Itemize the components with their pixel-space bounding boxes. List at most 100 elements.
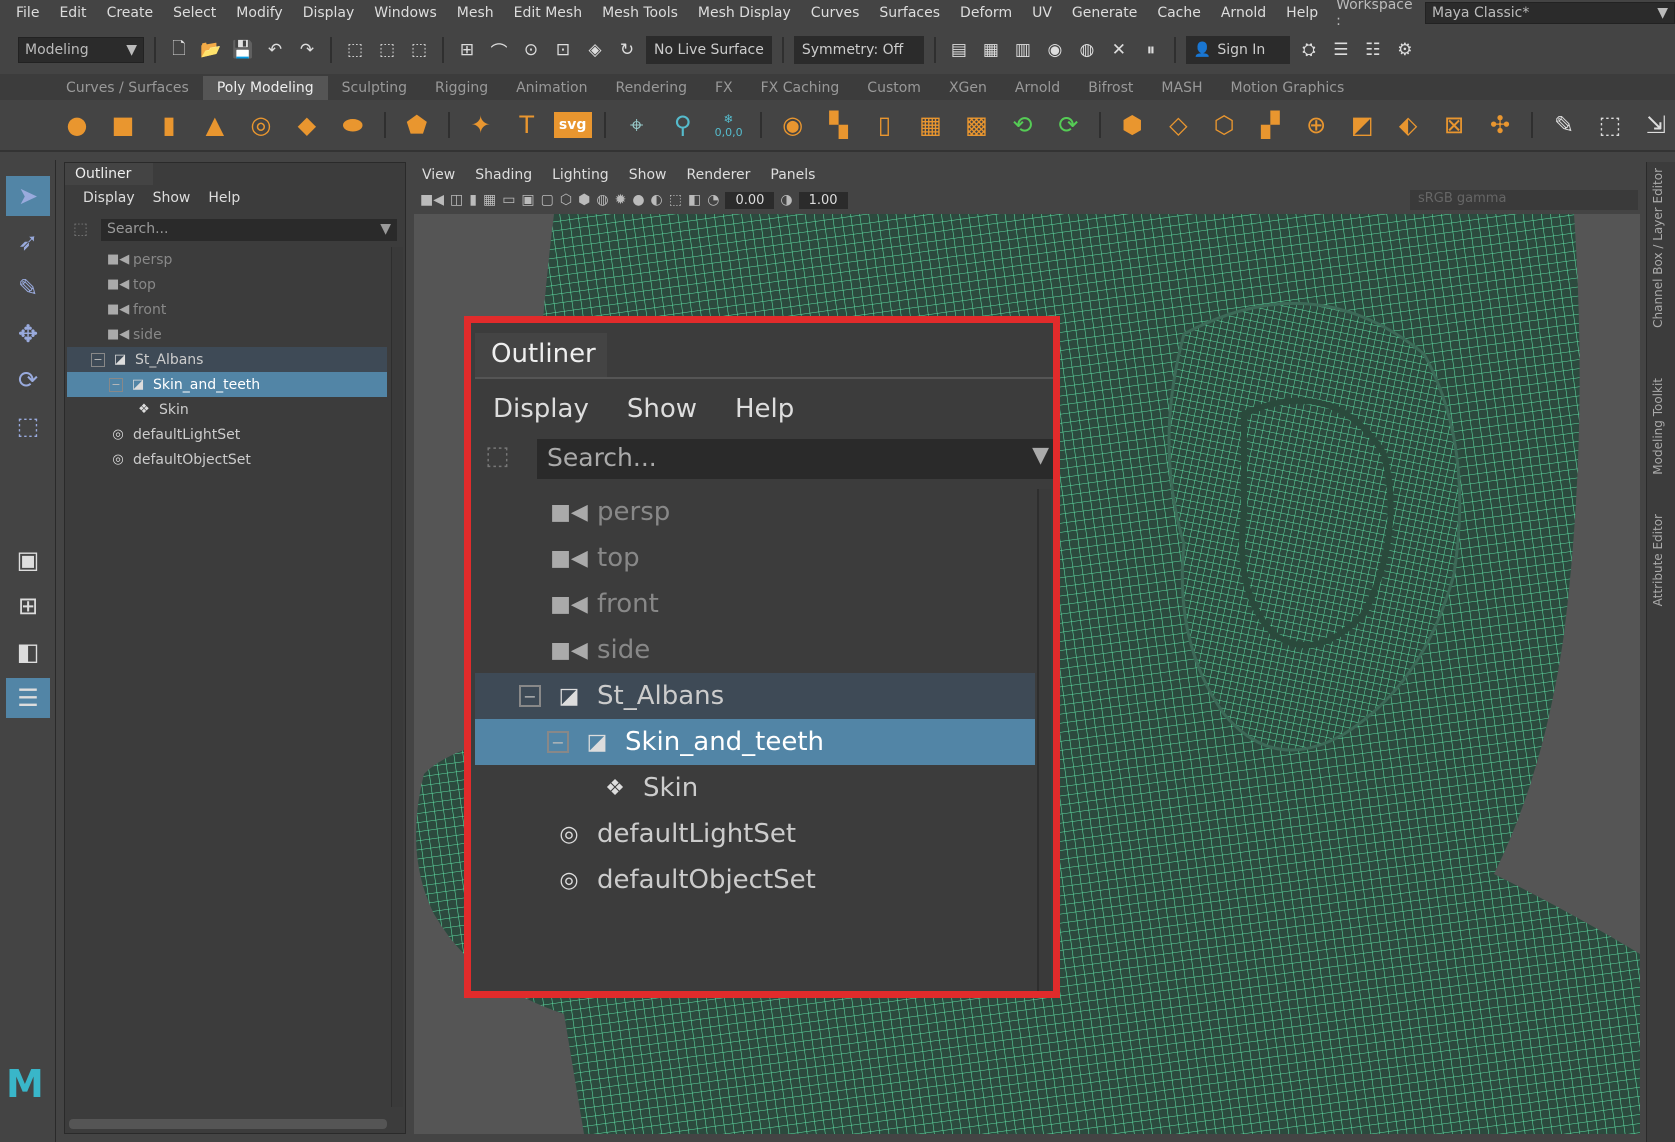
menu-modify[interactable]: Modify — [226, 5, 292, 21]
mirror-icon[interactable]: ▯ — [866, 106, 904, 144]
render-view-icon[interactable]: ▤ — [946, 37, 972, 63]
poly-disc-icon[interactable]: ⬬ — [334, 106, 372, 144]
poly-plane-icon[interactable]: ◆ — [288, 106, 326, 144]
multi-cut-icon[interactable]: ▞ — [1251, 106, 1289, 144]
channel-box-icon[interactable]: ☰ — [1328, 37, 1354, 63]
exposure-icon[interactable]: ◔ — [707, 192, 719, 208]
outliner-search-input[interactable]: Search... ▼ — [537, 439, 1053, 479]
pause-icon[interactable]: ⏸ — [1138, 37, 1164, 63]
resolution-gate-icon[interactable]: ▣ — [521, 192, 534, 208]
outliner-item-persp[interactable]: ■◀ persp — [67, 247, 387, 272]
menu-select[interactable]: Select — [163, 5, 226, 21]
reduce-icon[interactable]: ▩ — [957, 106, 995, 144]
outliner-item-front[interactable]: ■◀ front — [475, 581, 1035, 627]
menu-windows[interactable]: Windows — [364, 5, 447, 21]
shelf-tab-fx[interactable]: FX — [701, 76, 747, 100]
menu-deform[interactable]: Deform — [950, 5, 1022, 21]
menu-generate[interactable]: Generate — [1062, 5, 1147, 21]
uv-editor-icon[interactable]: ⇲ — [1637, 106, 1675, 144]
save-scene-icon[interactable]: 💾 — [230, 37, 256, 63]
filter-icon[interactable]: ⬚ — [485, 441, 521, 477]
outliner-item-skin-and-teeth[interactable]: − ◪ Skin_and_teeth — [67, 372, 387, 397]
append-polygon-icon[interactable]: ⟳ — [1049, 106, 1087, 144]
poly-cone-icon[interactable]: ▲ — [196, 106, 234, 144]
workspace-dropdown[interactable]: Maya Classic* ▼ — [1424, 2, 1675, 24]
poly-type-icon[interactable]: T — [508, 106, 546, 144]
select-object-icon[interactable]: ⬚ — [374, 37, 400, 63]
outliner-item-default-object-set[interactable]: ◎ defaultObjectSet — [67, 447, 387, 472]
outliner-menu-display[interactable]: Display — [477, 394, 605, 424]
collapse-icon[interactable]: − — [109, 377, 123, 392]
viewport-menu-show[interactable]: Show — [621, 167, 675, 183]
viewport-menu-shading[interactable]: Shading — [467, 167, 540, 183]
smooth-icon[interactable]: ▦ — [911, 106, 949, 144]
viewport-menu-view[interactable]: View — [414, 167, 463, 183]
outliner-item-side[interactable]: ■◀ side — [475, 627, 1035, 673]
poly-cube-icon[interactable]: ■ — [104, 106, 142, 144]
insert-edge-loop-icon[interactable]: ⬡ — [1205, 106, 1243, 144]
rotate-tool-icon[interactable]: ⟳ — [6, 360, 50, 400]
combine-icon[interactable]: ◉ — [774, 106, 812, 144]
outliner-vertical-scrollbar[interactable] — [1037, 489, 1051, 991]
edit-uv-icon[interactable]: ✎ — [1545, 106, 1583, 144]
attribute-editor-icon[interactable]: ☷ — [1360, 37, 1386, 63]
shelf-tab-fx-caching[interactable]: FX Caching — [747, 76, 854, 100]
poly-cylinder-icon[interactable]: ▮ — [150, 106, 188, 144]
outliner-menu-show[interactable]: Show — [145, 190, 199, 206]
extrude-icon[interactable]: ⬢ — [1113, 106, 1151, 144]
shelf-tab-sculpting[interactable]: Sculpting — [328, 76, 421, 100]
shelf-tab-curves-surfaces[interactable]: Curves / Surfaces — [52, 76, 203, 100]
filter-icon[interactable]: ⬚ — [73, 219, 95, 241]
menu-edit[interactable]: Edit — [49, 5, 96, 21]
target-weld-icon[interactable]: ⊕ — [1297, 106, 1335, 144]
bridge-icon[interactable]: ⟲ — [1003, 106, 1041, 144]
camera-icon[interactable]: ■◀ — [420, 192, 444, 208]
new-scene-icon[interactable]: 🗋 — [166, 37, 192, 63]
shelf-tab-rendering[interactable]: Rendering — [601, 76, 701, 100]
safe-action-icon[interactable]: ▢ — [541, 192, 554, 208]
menu-help[interactable]: Help — [1276, 5, 1328, 21]
svg-tool-icon[interactable]: svg — [553, 112, 592, 138]
render-frame-icon[interactable]: ▦ — [978, 37, 1004, 63]
scale-tool-icon[interactable]: ⬚ — [6, 406, 50, 446]
viewport-menu-panels[interactable]: Panels — [762, 167, 823, 183]
snap-rotate-icon[interactable]: ↻ — [614, 37, 640, 63]
modeling-toolkit-tab[interactable]: Modeling Toolkit — [1651, 378, 1665, 475]
quad-draw-icon[interactable]: ⊠ — [1435, 106, 1473, 144]
separate-icon[interactable]: ▚ — [820, 106, 858, 144]
select-component-icon[interactable]: ⬚ — [406, 37, 432, 63]
open-scene-icon[interactable]: 📂 — [198, 37, 224, 63]
outliner-tab[interactable]: Outliner — [65, 163, 153, 185]
outliner-item-st-albans[interactable]: − ◪ St_Albans — [475, 673, 1035, 719]
outliner-item-default-object-set[interactable]: ◎ defaultObjectSet — [475, 857, 1035, 903]
hypershade-icon[interactable]: ◍ — [1074, 37, 1100, 63]
isolate-select-icon[interactable]: ⬚ — [669, 192, 682, 208]
snap-point-icon[interactable]: ⊙ — [518, 37, 544, 63]
shadows-icon[interactable]: ● — [632, 192, 644, 208]
outliner-item-persp[interactable]: ■◀ persp — [475, 489, 1035, 535]
lasso-tool-icon[interactable]: ➶ — [6, 222, 50, 262]
wedge-icon[interactable]: ⬖ — [1389, 106, 1427, 144]
snap-view-plane-icon[interactable]: ⊡ — [550, 37, 576, 63]
chevron-down-icon[interactable]: ▼ — [380, 221, 391, 237]
shelf-tab-bifrost[interactable]: Bifrost — [1074, 76, 1147, 100]
poly-sphere-icon[interactable]: ● — [58, 106, 96, 144]
outliner-vertical-scrollbar[interactable] — [391, 247, 403, 1107]
platonic-solid-icon[interactable]: ⬟ — [398, 106, 436, 144]
poly-torus-icon[interactable]: ◎ — [242, 106, 280, 144]
menu-cache[interactable]: Cache — [1147, 5, 1211, 21]
symmetry-dropdown[interactable]: Symmetry: Off — [793, 36, 924, 64]
channel-box-tab[interactable]: Channel Box / Layer Editor — [1651, 168, 1665, 328]
arnold-render-icon[interactable]: ✕ — [1106, 37, 1132, 63]
tool-settings-icon[interactable]: ⚙ — [1392, 37, 1418, 63]
menu-uv[interactable]: UV — [1022, 5, 1062, 21]
outliner-item-default-light-set[interactable]: ◎ defaultLightSet — [475, 811, 1035, 857]
menu-display[interactable]: Display — [293, 5, 365, 21]
menu-set-dropdown[interactable]: Modeling ▼ — [18, 37, 144, 63]
undo-icon[interactable]: ↶ — [262, 37, 288, 63]
grid-icon[interactable]: ▦ — [483, 192, 496, 208]
outliner-tab[interactable]: Outliner — [475, 333, 607, 377]
menu-surfaces[interactable]: Surfaces — [869, 5, 950, 21]
bookmark-icon[interactable]: ▮ — [469, 192, 477, 208]
viewport-menu-renderer[interactable]: Renderer — [678, 167, 758, 183]
